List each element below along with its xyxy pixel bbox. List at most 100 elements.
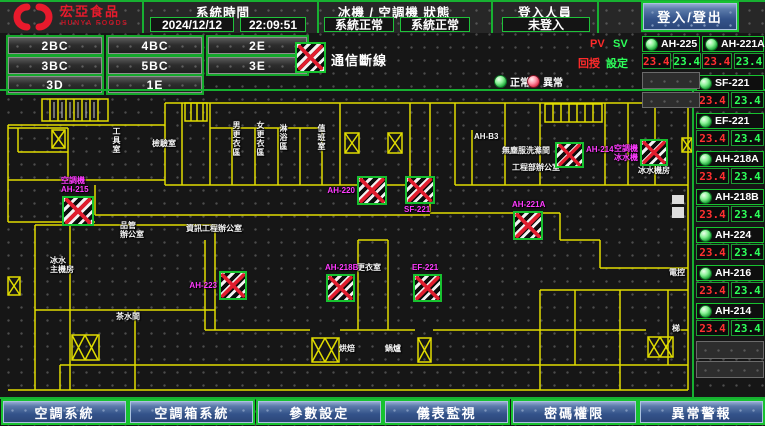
room-label: 茶水間 (116, 312, 140, 321)
unit-status-led (699, 115, 712, 128)
unit-status-led (645, 38, 658, 51)
unit-ah-218a[interactable]: AH-218A (696, 151, 764, 167)
normal-legend: 正常 (494, 74, 530, 89)
unit-status-led (705, 38, 718, 51)
marker-label: AH-223 (189, 281, 217, 290)
floor-button-3bc[interactable]: 3BC (8, 57, 102, 74)
header-divider (317, 0, 319, 33)
unit-name: SF-221 (715, 77, 749, 89)
unit-values: 23.423.4 (702, 53, 764, 67)
tab-異常警報[interactable]: 異常警報 (640, 401, 763, 423)
chiller-status: 系統正常 (324, 17, 394, 32)
comm-loss-marker-AH-223[interactable] (219, 271, 247, 300)
comm-loss-marker-冰水機[interactable] (640, 139, 668, 166)
unit-ah-225[interactable]: AH-225 (642, 36, 700, 52)
pv-name-label: 回授 (578, 55, 600, 71)
unit-values: 23.423.4 (642, 53, 700, 67)
comm-loss-marker-AH-214[interactable] (555, 142, 584, 168)
unit-status-led (699, 267, 712, 280)
unit-sv-value: 23.4 (731, 168, 764, 184)
red-x-icon (642, 141, 666, 164)
brand-name: 宏亞食品 (60, 5, 120, 18)
unit-ah-214[interactable]: AH-214 (696, 303, 764, 319)
marker-label: AH-220 (327, 186, 355, 195)
normal-led-icon (494, 75, 507, 88)
unit-sv-value: 23.4 (731, 130, 764, 146)
header-divider (142, 0, 144, 33)
red-x-icon (328, 276, 353, 300)
tabs-top-border (0, 397, 765, 399)
unit-pv-value: 23.4 (642, 53, 671, 69)
room-label: AH-B3 (474, 132, 498, 141)
unit-pv-value: 23.4 (696, 320, 729, 336)
room-label: 工具室 (112, 127, 121, 154)
room-label: 鍋爐 (385, 344, 401, 353)
room-label: 資訊工程辦公室 (186, 224, 242, 233)
floor-button-5bc[interactable]: 5BC (108, 57, 202, 74)
unit-sf-221[interactable]: SF-221 (696, 75, 764, 91)
unit-sv-value: 23.4 (731, 244, 764, 260)
tab-密碼權限[interactable]: 密碼權限 (513, 401, 636, 423)
floor-button-3e[interactable]: 3E (208, 57, 307, 74)
unit-name: AH-225 (661, 38, 697, 50)
empty-slot (696, 341, 764, 359)
marker-label: AH-221A (512, 200, 545, 209)
sidebar-divider (692, 90, 694, 398)
marker-label: AH-214 (586, 145, 614, 154)
unit-name: AH-218A (715, 153, 759, 165)
tab-空調系統[interactable]: 空調系統 (3, 401, 126, 423)
unit-ah-218b[interactable]: AH-218B (696, 189, 764, 205)
marker-label: 空調機 AH-215 (61, 176, 89, 194)
unit-ah-216[interactable]: AH-216 (696, 265, 764, 281)
comm-loss-marker-AH-215[interactable] (62, 196, 94, 226)
abnormal-legend-label: 異常 (543, 74, 563, 89)
red-x-icon (407, 178, 433, 202)
floor-button-4bc[interactable]: 4BC (108, 37, 202, 54)
tab-空調箱系統[interactable]: 空調箱系統 (130, 401, 253, 423)
unit-sv-value: 23.4 (673, 53, 702, 69)
unit-status-led (699, 305, 712, 318)
unit-pv-value: 23.4 (696, 282, 729, 298)
empty-slot (642, 72, 700, 89)
login-logout-button[interactable]: 登入/登出 (643, 3, 737, 30)
comm-loss-marker-SF-221[interactable] (405, 176, 435, 204)
tab-儀表監視[interactable]: 儀表監視 (385, 401, 508, 423)
room-label: 工程部辦公室 (512, 163, 560, 172)
room-label: 冰水機房 (638, 166, 670, 175)
comm-loss-marker-AH-220[interactable] (357, 176, 387, 205)
tab-參數設定[interactable]: 參數設定 (258, 401, 381, 423)
unit-name: AH-218B (715, 191, 759, 203)
floor-button-2bc[interactable]: 2BC (8, 37, 102, 54)
comm-loss-marker-EF-221[interactable] (413, 274, 442, 302)
unit-ah-221a[interactable]: AH-221A (702, 36, 764, 52)
floor-button-2e[interactable]: 2E (208, 37, 307, 54)
hmi-screen: 宏亞食品 HUNYA FOODS 系統時間 2024/12/12 22:09:5… (0, 0, 765, 426)
unit-sv-value: 23.4 (734, 53, 764, 69)
unit-values: 23.423.4 (696, 206, 764, 220)
unit-status-led (699, 229, 712, 242)
red-x-icon (221, 273, 245, 298)
comm-loss-marker-AH-218B[interactable] (326, 274, 355, 302)
unit-sv-value: 23.4 (731, 206, 764, 222)
sv-label: SV (613, 38, 628, 50)
unit-values: 23.423.4 (696, 320, 764, 334)
room-label: 男更衣區 (232, 121, 241, 157)
room-label: 品管 辦公室 (120, 221, 144, 239)
room-label: 淋浴區 (279, 124, 288, 151)
red-x-icon (415, 276, 440, 300)
room-label: 檢驗室 (152, 139, 176, 148)
brand-subtitle: HUNYA FOODS (61, 20, 128, 27)
unit-name: AH-221A (721, 38, 765, 50)
unit-ah-224[interactable]: AH-224 (696, 227, 764, 243)
header-divider (491, 0, 493, 33)
unit-pv-value: 23.4 (702, 53, 732, 69)
marker-label: 空調機 冰水機 (614, 144, 638, 162)
comm-loss-marker-AH-221A[interactable] (513, 211, 543, 240)
ac-status: 系統正常 (400, 17, 470, 32)
login-status: 未登入 (502, 17, 590, 32)
red-x-icon (557, 144, 582, 166)
unit-sv-value: 23.4 (731, 320, 764, 336)
room-label: 值班室 (317, 124, 326, 151)
comm-loss-legend-icon (295, 42, 326, 73)
unit-ef-221[interactable]: EF-221 (696, 113, 764, 129)
